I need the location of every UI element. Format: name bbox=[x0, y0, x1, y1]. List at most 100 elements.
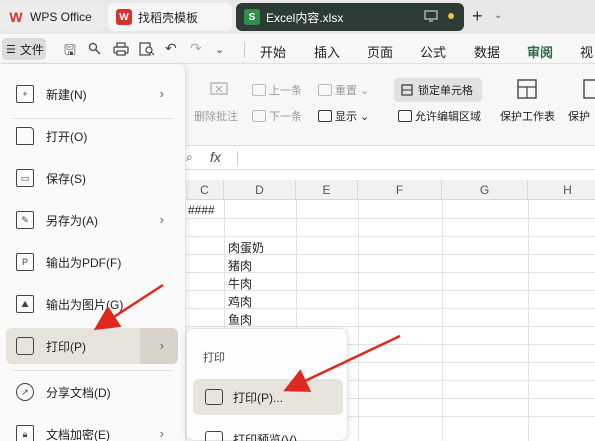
menu-toolbar: ☰ 文件 🖫 ↶ ↷ ⌄ 开始 插入 页面 公式 数据 审阅 视图 bbox=[0, 34, 595, 79]
tab-template[interactable]: W 找稻壳模板 bbox=[108, 3, 232, 31]
file-menu-new[interactable]: + 新建(N) › bbox=[6, 76, 178, 112]
quick-access-chevron-icon[interactable]: ⌄ bbox=[215, 43, 224, 56]
function-fx-icon[interactable]: fx bbox=[210, 149, 221, 165]
file-menu-save[interactable]: ▭ 保存(S) bbox=[6, 160, 178, 196]
file-menu-open[interactable]: 打开(O) bbox=[6, 118, 178, 154]
cell-d3[interactable]: 肉蛋奶 bbox=[228, 239, 264, 256]
save-as-icon: ✎ bbox=[16, 211, 34, 229]
menu-review[interactable]: 审阅 bbox=[527, 42, 554, 67]
allow-edit-icon bbox=[398, 110, 412, 122]
new-doc-icon: + bbox=[16, 85, 34, 103]
print-submenu-title: 打印 bbox=[203, 352, 225, 364]
printer-icon bbox=[205, 389, 223, 405]
protect-sheet-button[interactable]: 保护工作表 bbox=[500, 108, 555, 124]
new-tab-plus-icon[interactable]: + bbox=[472, 6, 483, 27]
print-submenu-preview[interactable]: 打印预览(V) bbox=[193, 421, 343, 441]
cell-d5[interactable]: 牛肉 bbox=[228, 275, 252, 292]
protect-workbook-button[interactable]: 保护 bbox=[568, 108, 590, 124]
print-submenu-print-label: 打印(P)... bbox=[233, 390, 283, 405]
file-menu-encrypt-label: 文档加密(E) bbox=[46, 427, 110, 441]
file-menu-panel: + 新建(N) › 打开(O) ▭ 保存(S) ✎ 另存为(A) › P 输出为… bbox=[0, 64, 186, 441]
chevron-right-icon: › bbox=[159, 86, 164, 101]
show-icon bbox=[318, 110, 332, 122]
print-submenu-print[interactable]: 打印(P)... bbox=[193, 379, 343, 415]
tab-wps-office[interactable]: W WPS Office bbox=[0, 3, 104, 31]
show-chevron-icon: ⌄ bbox=[360, 110, 370, 123]
format-painter-icon[interactable] bbox=[88, 42, 102, 56]
next-comment-button[interactable]: 下一条 bbox=[252, 108, 302, 124]
file-menu-open-label: 打开(O) bbox=[46, 129, 88, 144]
printer-icon bbox=[16, 337, 34, 355]
file-menu-export-pdf[interactable]: P 输出为PDF(F) bbox=[6, 244, 178, 280]
column-header-f[interactable]: F bbox=[358, 180, 442, 200]
menu-data[interactable]: 数据 bbox=[474, 42, 500, 61]
file-menu-export-image-label: 输出为图片(G) bbox=[46, 297, 124, 312]
image-export-icon: ⛰ bbox=[16, 295, 34, 313]
lock-cell-button[interactable]: 锁定单元格 bbox=[394, 78, 482, 102]
cell-d6[interactable]: 鸡肉 bbox=[228, 293, 252, 310]
tab-wps-label: WPS Office bbox=[30, 10, 92, 24]
delete-comment-button[interactable]: 删除批注 bbox=[194, 108, 238, 124]
file-menu-new-label: 新建(N) bbox=[46, 87, 87, 102]
cell-c1[interactable]: #### bbox=[188, 203, 215, 217]
file-menu-save-label: 保存(S) bbox=[46, 171, 86, 186]
spreadsheet-logo-icon: S bbox=[244, 9, 260, 25]
menu-page[interactable]: 页面 bbox=[367, 42, 393, 61]
prev-comment-button[interactable]: 上一条 bbox=[252, 82, 302, 98]
column-header-d[interactable]: D bbox=[224, 180, 296, 200]
wps-logo-icon: W bbox=[9, 9, 23, 25]
file-menu-encrypt[interactable]: 🔒︎ 文档加密(E) › bbox=[6, 416, 178, 441]
column-header-h[interactable]: H bbox=[528, 180, 595, 200]
column-header-c[interactable]: C bbox=[186, 180, 224, 200]
column-header-g[interactable]: G bbox=[442, 180, 528, 200]
monitor-icon[interactable] bbox=[424, 10, 438, 22]
file-menu-button[interactable]: ☰ 文件 bbox=[2, 38, 46, 60]
file-menu-print[interactable]: 打印(P) › bbox=[6, 328, 178, 364]
print-quick-icon[interactable] bbox=[113, 42, 129, 56]
file-menu-export-pdf-label: 输出为PDF(F) bbox=[46, 255, 122, 270]
cell-d4[interactable]: 猪肉 bbox=[228, 257, 252, 274]
print-submenu-preview-label: 打印预览(V) bbox=[233, 432, 297, 441]
file-menu-export-image[interactable]: ⛰ 输出为图片(G) bbox=[6, 286, 178, 322]
save-icon: ▭ bbox=[16, 169, 34, 187]
toolbar-divider bbox=[244, 42, 245, 58]
tab-template-label: 找稻壳模板 bbox=[138, 10, 199, 25]
show-label: 显示 bbox=[335, 111, 357, 123]
folder-open-icon bbox=[16, 127, 34, 145]
menu-home[interactable]: 开始 bbox=[260, 42, 286, 61]
cell-d7[interactable]: 鱼肉 bbox=[228, 311, 252, 328]
file-menu-save-as[interactable]: ✎ 另存为(A) › bbox=[6, 202, 178, 238]
undo-icon[interactable]: ↶ bbox=[165, 40, 177, 57]
grid-line bbox=[186, 236, 595, 237]
tab-excel-document[interactable]: S Excel内容.xlsx bbox=[236, 3, 464, 31]
formula-divider bbox=[237, 151, 238, 165]
title-tab-bar: W WPS Office W 找稻壳模板 S Excel内容.xlsx + ⌄ bbox=[0, 0, 595, 34]
prev-comment-icon bbox=[252, 84, 266, 96]
reset-button[interactable]: 重置 ⌄ bbox=[318, 82, 369, 98]
print-preview-quick-icon[interactable] bbox=[139, 42, 155, 56]
reset-chevron-icon: ⌄ bbox=[360, 84, 370, 97]
pdf-export-icon: P bbox=[16, 253, 34, 271]
redo-icon[interactable]: ↷ bbox=[190, 40, 202, 57]
menu-formula[interactable]: 公式 bbox=[420, 42, 446, 61]
show-button[interactable]: 显示 ⌄ bbox=[318, 108, 369, 124]
next-comment-icon bbox=[252, 110, 266, 122]
file-menu-label: 文件 bbox=[19, 42, 44, 57]
unsaved-dot-icon bbox=[448, 13, 454, 19]
print-submenu: 打印 打印(P)... 打印预览(V) bbox=[186, 328, 348, 441]
column-header-e[interactable]: E bbox=[296, 180, 358, 200]
allow-edit-range-button[interactable]: 允许编辑区域 bbox=[398, 108, 481, 124]
chevron-right-icon: › bbox=[159, 212, 164, 227]
zoom-search-icon[interactable]: ⌕ bbox=[186, 150, 193, 165]
reset-icon bbox=[318, 84, 332, 96]
menu-insert[interactable]: 插入 bbox=[314, 42, 340, 61]
template-logo-icon: W bbox=[116, 9, 132, 25]
file-menu-share-label: 分享文档(D) bbox=[46, 385, 111, 400]
tab-list-chevron-icon[interactable]: ⌄ bbox=[494, 10, 502, 21]
grid-line bbox=[186, 218, 595, 219]
delete-comment-icon bbox=[210, 82, 228, 95]
file-menu-share[interactable]: ↗ 分享文档(D) bbox=[6, 374, 178, 410]
chevron-right-icon: › bbox=[159, 338, 164, 353]
save-quick-icon[interactable]: 🖫 bbox=[64, 40, 76, 64]
hamburger-icon: ☰ bbox=[6, 43, 16, 56]
